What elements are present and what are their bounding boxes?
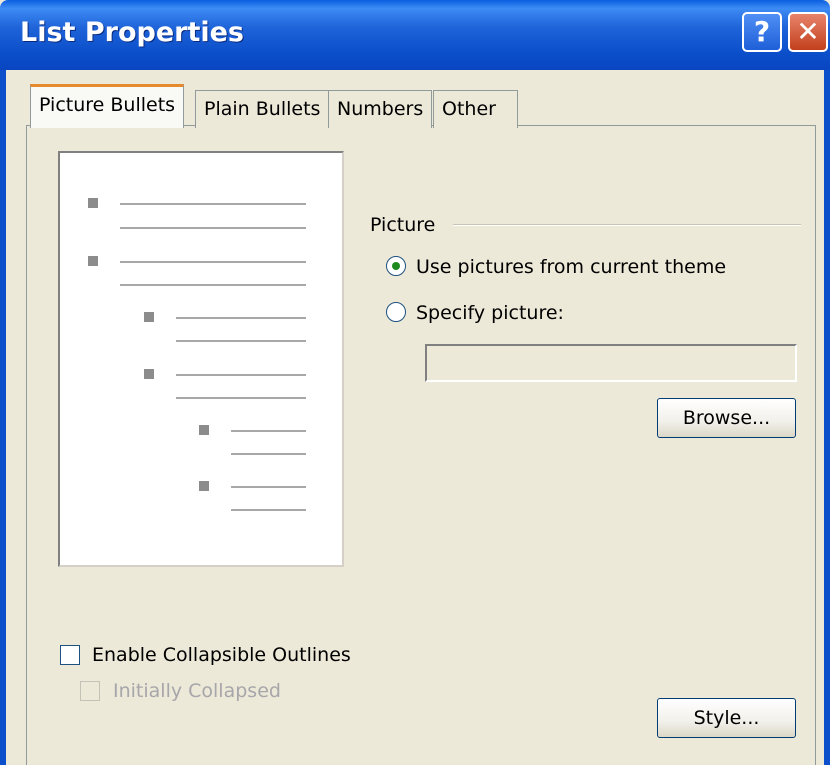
use-theme-pictures-label[interactable]: Use pictures from current theme bbox=[416, 256, 726, 278]
enable-collapsible-outlines-label[interactable]: Enable Collapsible Outlines bbox=[92, 644, 351, 666]
picture-path-input[interactable] bbox=[425, 344, 797, 382]
preview-bullet bbox=[144, 312, 154, 322]
preview-line bbox=[120, 203, 306, 205]
preview-line bbox=[120, 284, 306, 286]
tab-picture-bullets[interactable]: Picture Bullets bbox=[30, 84, 185, 128]
preview-line bbox=[176, 374, 306, 376]
tab-plain-bullets[interactable]: Plain Bullets bbox=[195, 90, 330, 128]
preview-line bbox=[176, 340, 306, 342]
window-title: List Properties bbox=[20, 17, 244, 48]
preview-line bbox=[231, 486, 306, 488]
preview-line bbox=[231, 509, 306, 511]
tab-label: Numbers bbox=[337, 98, 424, 120]
preview-bullet bbox=[199, 481, 209, 491]
close-button[interactable]: ✕ bbox=[788, 12, 828, 52]
preview-bullet bbox=[88, 256, 98, 266]
tab-label: Picture Bullets bbox=[39, 94, 176, 116]
preview-line bbox=[120, 261, 306, 263]
preview-line bbox=[120, 227, 306, 229]
specify-picture-label[interactable]: Specify picture: bbox=[416, 302, 564, 324]
title-bar: List Properties ? ✕ bbox=[0, 0, 830, 70]
help-icon: ? bbox=[753, 15, 771, 48]
group-divider bbox=[453, 224, 801, 226]
preview-bullet bbox=[88, 198, 98, 208]
specify-picture-radio[interactable] bbox=[386, 302, 406, 322]
close-icon: ✕ bbox=[796, 15, 820, 48]
bullet-preview bbox=[58, 151, 344, 567]
preview-bullet bbox=[199, 425, 209, 435]
style-button[interactable]: Style... bbox=[657, 698, 796, 738]
tab-label: Other bbox=[442, 98, 496, 120]
window-frame-left bbox=[0, 70, 6, 765]
help-button[interactable]: ? bbox=[742, 12, 782, 52]
tab-numbers[interactable]: Numbers bbox=[328, 90, 433, 128]
preview-bullet bbox=[144, 369, 154, 379]
browse-button[interactable]: Browse... bbox=[657, 398, 796, 438]
tab-other[interactable]: Other bbox=[433, 90, 518, 128]
tab-label: Plain Bullets bbox=[204, 98, 321, 120]
preview-line bbox=[231, 453, 306, 455]
picture-group-label: Picture bbox=[370, 214, 436, 236]
initially-collapsed-checkbox bbox=[80, 681, 100, 701]
preview-line bbox=[176, 397, 306, 399]
enable-collapsible-outlines-checkbox[interactable] bbox=[60, 645, 80, 665]
preview-line bbox=[231, 430, 306, 432]
preview-line bbox=[176, 317, 306, 319]
window-frame-right bbox=[824, 70, 830, 765]
use-theme-pictures-radio[interactable] bbox=[386, 256, 406, 276]
initially-collapsed-label: Initially Collapsed bbox=[113, 680, 281, 702]
